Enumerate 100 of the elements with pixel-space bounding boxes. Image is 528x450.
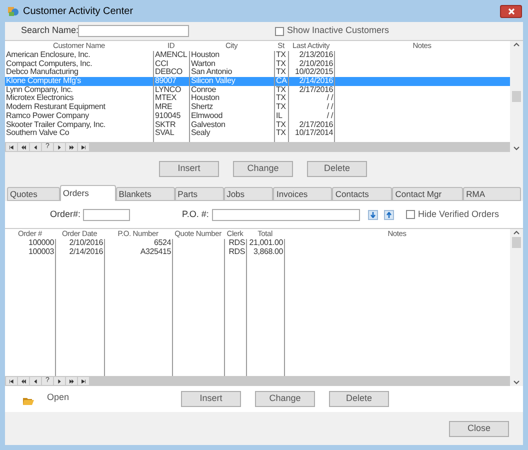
table-cell: AMENCL [155,50,188,59]
table-cell: / / [326,93,333,102]
navigator-icon [69,378,74,384]
table-cell: 100000 [28,238,54,247]
tab[interactable]: Blankets [116,187,175,201]
navigator-button[interactable] [30,377,41,385]
navigator-button[interactable] [54,377,65,385]
arrow-down-icon [370,212,376,218]
table-cell: DEBCO [155,67,182,76]
close-button[interactable]: Close [449,420,509,436]
table-cell: / / [326,110,333,120]
table-cell: 2/14/2016 [69,246,103,256]
scrollbar[interactable] [510,229,523,386]
table-cell: American Enclosure, Inc. [6,50,90,59]
table-cell: LYNCO [155,84,181,94]
navigator-button[interactable] [66,143,77,151]
action-button[interactable]: Change [233,160,293,176]
action-button[interactable]: Insert [159,160,219,176]
table-cell: 6524 [154,238,171,247]
search-label: Search Name: [21,24,78,38]
tab[interactable]: Parts [174,187,224,201]
app-icon [7,5,19,17]
move-down-button[interactable] [368,210,378,220]
navigator-icon [57,144,62,150]
table-cell: Compact Computers, Inc. [6,58,92,68]
scroll-thumb[interactable] [512,91,521,102]
folder-icon [23,397,34,406]
navigator-icon [57,378,62,384]
tab[interactable]: Orders [60,185,116,201]
table-cell: SKTR [155,120,176,128]
navigator-button[interactable] [78,377,89,385]
table-cell: 2/10/2016 [69,238,103,247]
close-icon [508,8,514,14]
scroll-down-icon[interactable] [513,380,520,385]
table-cell: CCI [155,58,168,68]
navigator-icon [33,378,38,384]
table-cell: 910045 [155,110,180,120]
scroll-thumb[interactable] [512,237,521,248]
scroll-up-icon[interactable] [513,42,520,47]
tab[interactable]: Invoices [273,187,332,201]
action-button[interactable]: Delete [307,160,367,176]
table-cell: SVAL [155,128,174,138]
scroll-down-icon[interactable] [513,146,520,151]
table-cell: 2/10/2016 [299,58,333,68]
checkbox-label: Show Inactive Customers [287,24,390,38]
action-button[interactable]: Insert [181,391,242,407]
navigator-icon [81,144,86,150]
checkbox[interactable] [406,210,415,219]
order-number-field[interactable] [83,208,130,220]
window-title: Customer Activity Center [23,4,134,18]
status-label: Open [47,391,70,404]
navigator-button[interactable] [30,143,41,151]
navigator-button[interactable] [78,143,89,151]
table-cell: MRE [155,102,172,112]
move-up-button[interactable] [384,210,394,220]
navigator-icon [9,378,14,384]
tab[interactable]: RMA [463,187,522,201]
table-cell: Modern Resturant Equipment [6,102,106,112]
navigator-button[interactable] [18,377,29,385]
table-cell: 89007 [155,76,176,86]
tab[interactable]: Contact Mgr [392,187,464,201]
table-cell: 10/17/2014 [294,128,333,138]
table-cell: CA [276,76,287,86]
tab[interactable]: Quotes [7,187,60,201]
navigator-button[interactable] [18,143,29,151]
search-field[interactable] [78,25,189,37]
tab[interactable]: Jobs [224,187,274,201]
action-button[interactable]: Change [255,391,316,407]
checkbox[interactable] [275,26,284,36]
table-cell: 2/14/2016 [299,76,333,86]
navigator-icon [9,144,14,150]
tab[interactable]: Contacts [332,187,392,201]
action-button[interactable]: Delete [329,391,390,407]
table-cell: Debco Manufacturing [6,67,78,76]
navigator-button[interactable] [66,377,77,385]
table-cell: MTEX [155,93,176,102]
table-cell: TX [276,50,286,59]
table-cell: 2/17/2016 [299,84,333,94]
table-cell: Conroe [191,84,216,94]
scrollbar[interactable] [510,41,523,152]
navigator-icon [21,378,26,384]
navigator-icon [69,144,74,150]
navigator-button[interactable] [6,377,17,385]
table-cell: Sealy [191,128,210,138]
table-cell: Southern Valve Co [6,128,70,138]
scroll-up-icon[interactable] [513,230,520,235]
table-cell: 21,001.00 [249,238,283,247]
po-number-field[interactable] [212,208,360,220]
close-window-button[interactable] [500,4,522,18]
table-cell: Warton [191,58,216,68]
table-cell: TX [276,102,286,112]
table-cell: TX [276,120,286,128]
table-cell: San Antonio [191,67,232,76]
navigator-button[interactable] [54,143,65,151]
navigator-button[interactable] [6,143,17,151]
table-cell: Skooter Trailer Company, Inc. [6,120,106,128]
table-cell: 100003 [28,246,54,256]
table-cell: 2/17/2016 [299,120,333,128]
table-cell: Lynn Company, Inc. [6,84,73,94]
table-cell: IL [276,110,282,120]
